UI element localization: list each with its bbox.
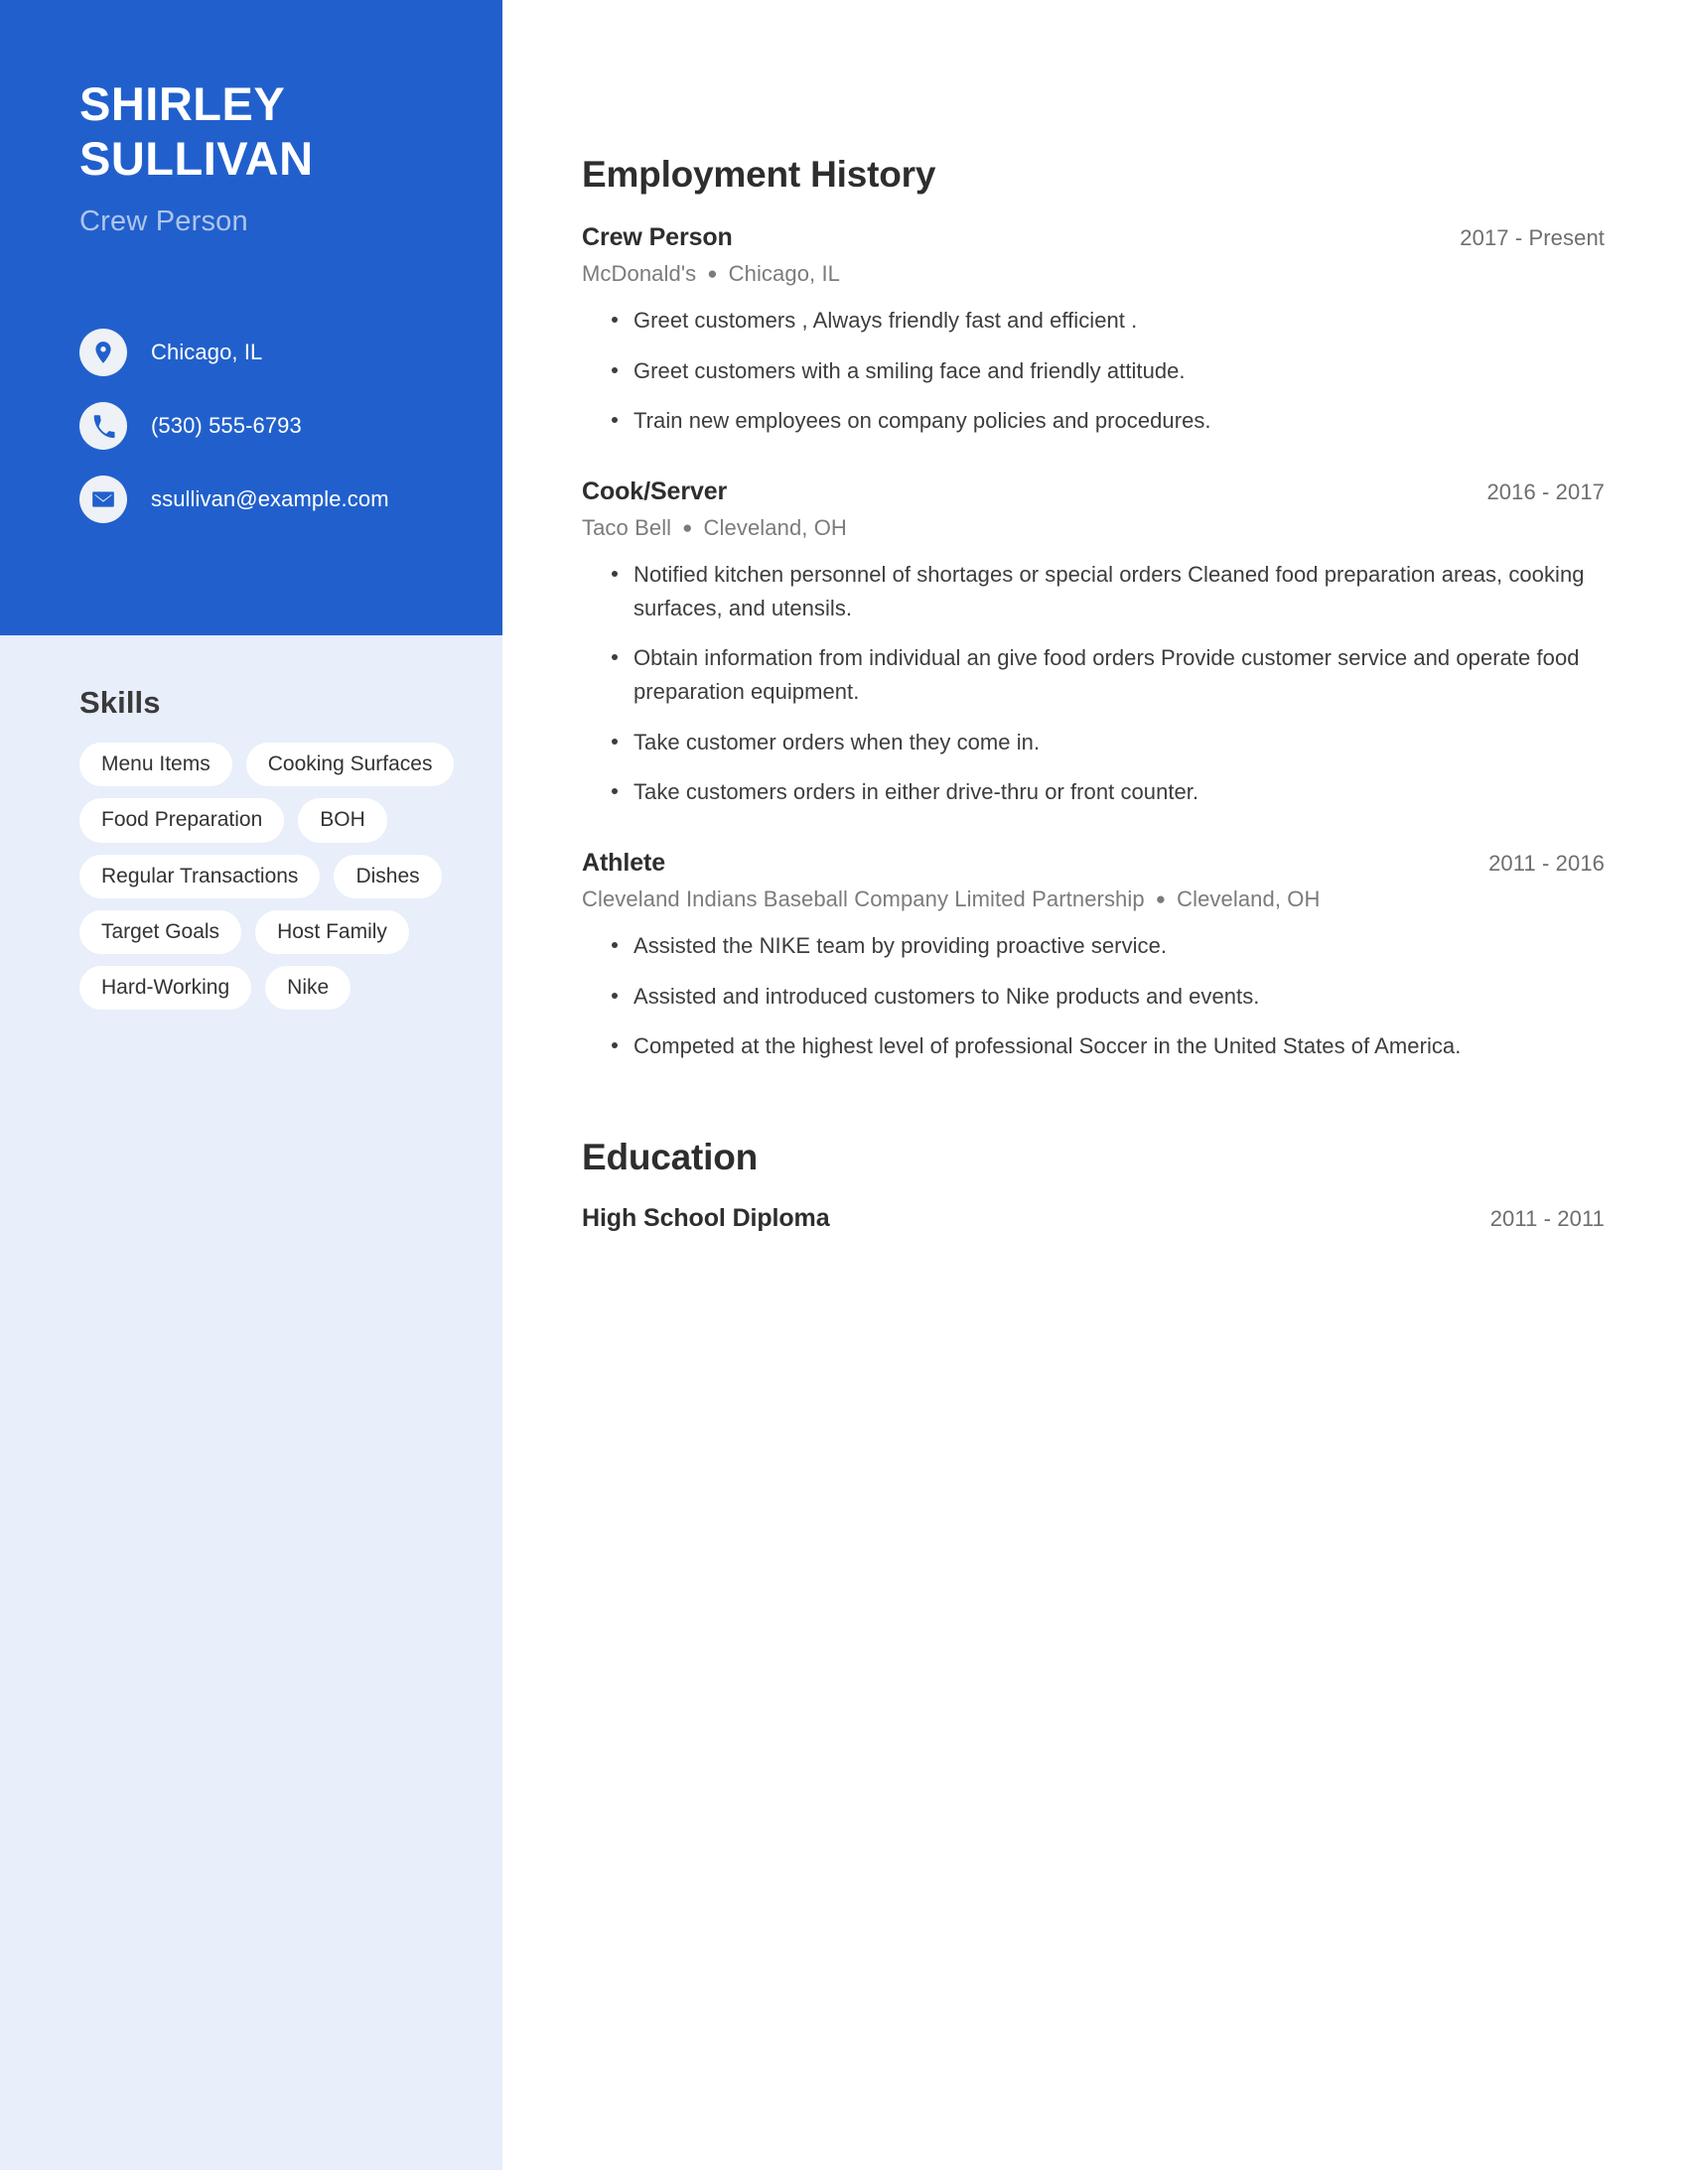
education-section: Education High School Diploma 2011 - 2011	[582, 1137, 1605, 1233]
employment-history-section: Employment History Crew Person 2017 - Pre…	[582, 154, 1605, 1063]
skill-chip[interactable]: Food Preparation	[79, 798, 285, 843]
phone-icon	[79, 402, 127, 450]
last-name: SULLIVAN	[79, 131, 314, 185]
entry-header: Cook/Server 2016 - 2017	[582, 478, 1605, 506]
skill-chip[interactable]: Dishes	[334, 854, 442, 898]
contact-item-phone[interactable]: (530) 555-6793	[79, 389, 389, 463]
skill-chip[interactable]: Menu Items	[79, 743, 232, 787]
entry-bullet: Take customers orders in either drive-th…	[612, 775, 1605, 809]
entry-bullet-list: Notified kitchen personnel of shortages …	[582, 558, 1605, 809]
contact-location-text: Chicago, IL	[151, 340, 263, 364]
entry-bullet: Assisted and introduced customers to Nik…	[612, 980, 1605, 1014]
entry-bullet: Obtain information from individual an gi…	[612, 641, 1605, 708]
entry-bullet-list: Greet customers , Always friendly fast a…	[582, 304, 1605, 438]
entry-date-range: 2017 - Present	[1460, 225, 1605, 250]
entry-bullet: Train new employees on company policies …	[612, 404, 1605, 438]
entry-bullet: Greet customers with a smiling face and …	[612, 354, 1605, 388]
entry-role: Crew Person	[582, 223, 733, 251]
entry-location: Cleveland, OH	[1177, 886, 1321, 911]
entry-company: Taco Bell	[582, 514, 672, 540]
entry-bullet: Notified kitchen personnel of shortages …	[612, 558, 1605, 624]
skills-chip-list: Menu Items Cooking Surfaces Food Preparati…	[79, 743, 496, 1011]
skill-chip[interactable]: Nike	[265, 966, 352, 1011]
separator-dot-icon: ●	[1155, 888, 1167, 908]
name-block: SHIRLEY SULLIVAN Crew Person	[79, 77, 477, 238]
contact-email-text: ssullivan@example.com	[151, 486, 389, 511]
employment-entry: Crew Person 2017 - Present McDonald's ● Chic…	[582, 223, 1605, 438]
entry-date-range: 2016 - 2017	[1486, 478, 1605, 504]
separator-dot-icon: ●	[707, 264, 718, 283]
first-name: SHIRLEY	[79, 77, 286, 130]
employment-entry: Athlete 2011 - 2016 Cleveland Indians Base…	[582, 849, 1605, 1063]
skills-heading: Skills	[79, 685, 161, 720]
skill-chip[interactable]: BOH	[298, 798, 387, 843]
contact-item-location[interactable]: Chicago, IL	[79, 316, 389, 389]
envelope-icon	[79, 476, 127, 523]
education-date-range: 2011 - 2011	[1489, 1205, 1605, 1231]
skill-chip[interactable]: Hard-Working	[79, 966, 252, 1011]
location-pin-icon	[79, 329, 127, 376]
skill-chip[interactable]: Target Goals	[79, 909, 242, 954]
entry-header: Crew Person 2017 - Present	[582, 223, 1605, 252]
main-content: Employment History Crew Person 2017 - Pre…	[582, 0, 1605, 1233]
entry-company-location: McDonald's ● Chicago, IL	[582, 261, 1605, 287]
employment-entry: Cook/Server 2016 - 2017 Taco Bell ● Clevelan…	[582, 478, 1605, 809]
entry-company: McDonald's	[582, 261, 697, 286]
entry-bullet: Competed at the highest level of profess…	[612, 1029, 1605, 1063]
education-heading: Education	[582, 1136, 759, 1177]
separator-dot-icon: ●	[682, 517, 693, 537]
entry-date-range: 2011 - 2016	[1488, 850, 1605, 876]
entry-header: High School Diploma 2011 - 2011	[582, 1204, 1605, 1233]
contact-list: Chicago, IL (530) 555-6793 ssullivan@exa…	[79, 316, 389, 536]
entry-header: Athlete 2011 - 2016	[582, 849, 1605, 878]
sidebar: SHIRLEY SULLIVAN Crew Person Chicago, IL	[0, 0, 502, 2170]
resume-page: SHIRLEY SULLIVAN Crew Person Chicago, IL	[0, 0, 1688, 2184]
job-title: Crew Person	[79, 205, 248, 238]
entry-company: Cleveland Indians Baseball Company Limit…	[582, 886, 1145, 911]
education-entry-list: High School Diploma 2011 - 2011	[582, 1204, 1605, 1233]
entry-company-location: Taco Bell ● Cleveland, OH	[582, 515, 1605, 541]
skills-section: Skills Menu Items Cooking Surfaces Food Pr…	[79, 685, 477, 1011]
education-entry: High School Diploma 2011 - 2011	[582, 1204, 1605, 1233]
entry-location: Cleveland, OH	[703, 514, 847, 540]
employment-history-heading: Employment History	[582, 154, 936, 195]
entry-bullet: Take customer orders when they come in.	[612, 726, 1605, 759]
entry-bullet: Assisted the NIKE team by providing proa…	[612, 929, 1605, 963]
entry-role: Cook/Server	[582, 477, 728, 505]
education-degree: High School Diploma	[582, 1203, 830, 1232]
employment-entry-list: Crew Person 2017 - Present McDonald's ● Chic…	[582, 223, 1605, 1063]
entry-bullet: Greet customers , Always friendly fast a…	[612, 304, 1605, 338]
contact-item-email[interactable]: ssullivan@example.com	[79, 463, 389, 536]
contact-phone-text: (530) 555-6793	[151, 413, 302, 438]
entry-role: Athlete	[582, 848, 666, 877]
entry-company-location: Cleveland Indians Baseball Company Limit…	[582, 887, 1605, 912]
sidebar-header: SHIRLEY SULLIVAN Crew Person Chicago, IL	[0, 0, 502, 635]
skill-chip[interactable]: Host Family	[255, 909, 409, 954]
skill-chip[interactable]: Regular Transactions	[79, 854, 321, 898]
entry-bullet-list: Assisted the NIKE team by providing proa…	[582, 929, 1605, 1063]
skill-chip[interactable]: Cooking Surfaces	[245, 743, 455, 787]
entry-location: Chicago, IL	[728, 261, 841, 286]
